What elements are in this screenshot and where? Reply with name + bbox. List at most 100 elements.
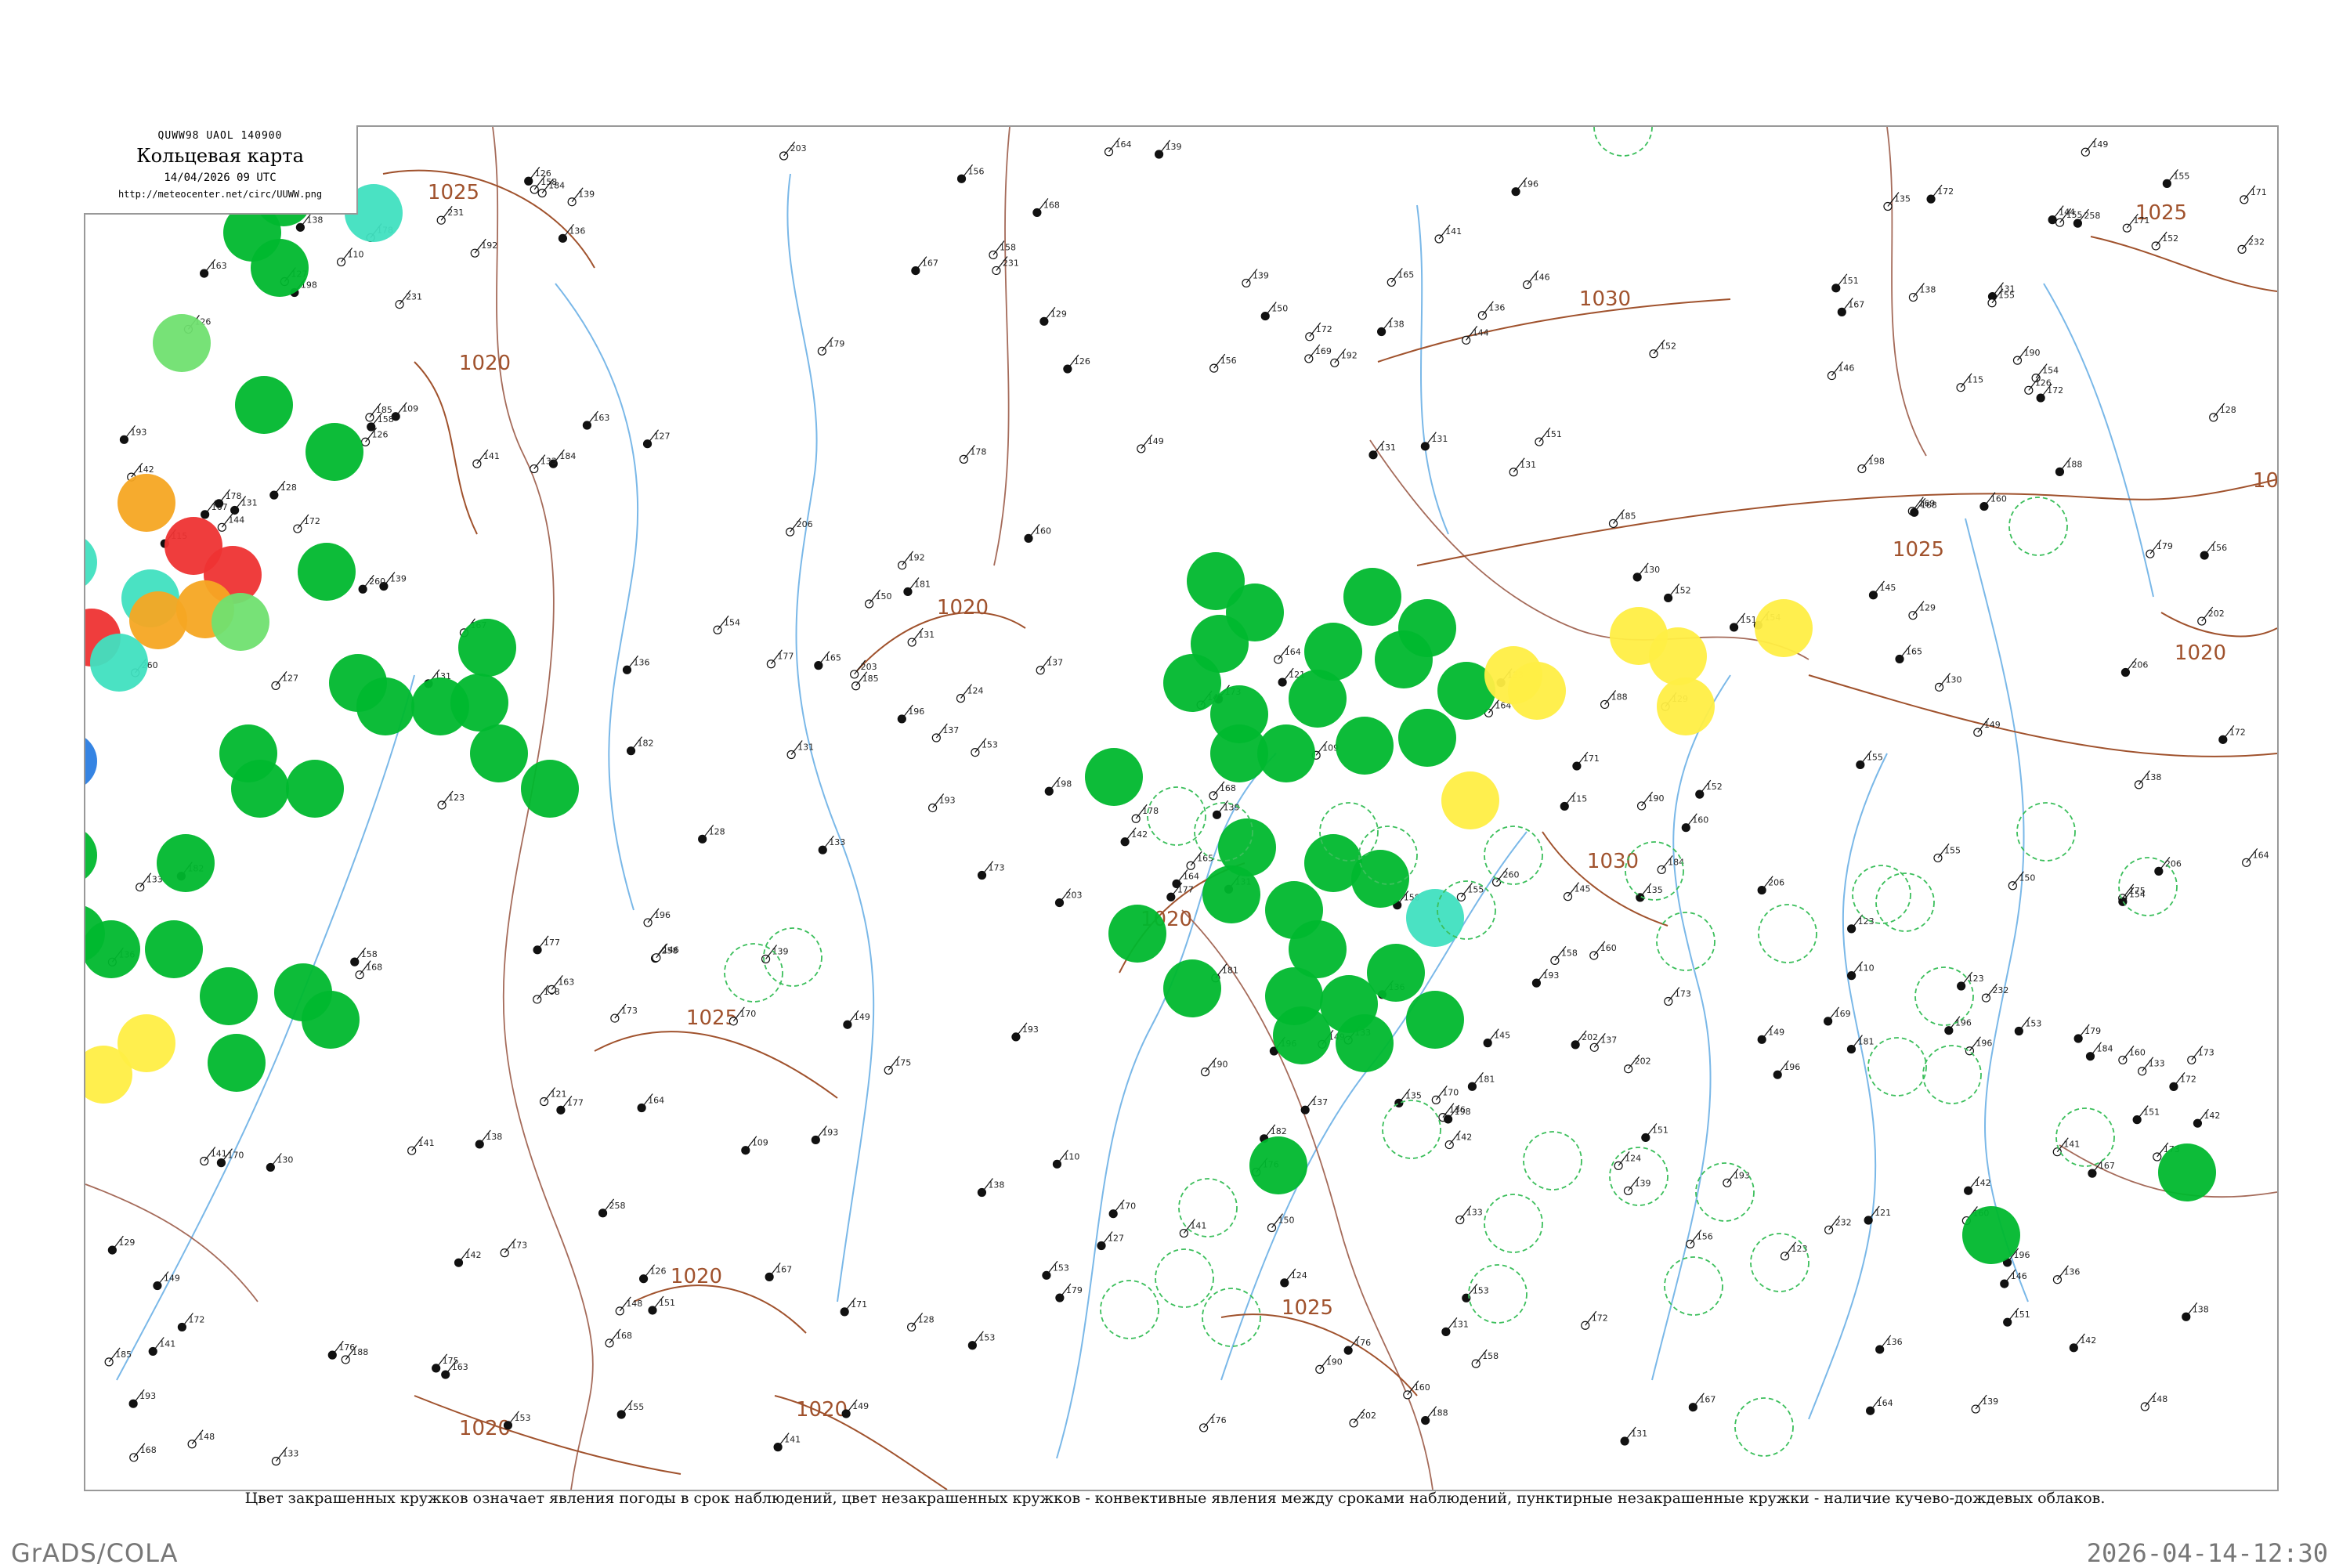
station-value: 231 [447,208,464,218]
phenomenon-circle [306,423,363,481]
station-value: 167 [2099,1161,2115,1171]
station-dot [1908,292,1918,302]
station-value: 156 [1220,356,1237,366]
station-dot [1632,573,1642,582]
station-value: 172 [1937,186,1954,197]
station-marker: 160 [1403,1380,1430,1400]
station-value: 144 [2059,208,2075,218]
isobar-line [633,1284,807,1334]
station-dot [850,670,859,679]
station-value: 258 [2084,211,2100,221]
station-dot [214,499,224,508]
phenomenon-circle [231,760,289,818]
station-value: 164 [1877,1398,1893,1408]
phenomenon-circle [1108,905,1166,963]
phenomenon-circle [1406,889,1464,947]
station-value: 188 [2066,459,2082,469]
station-value: 141 [483,451,500,461]
phenomenon-circle [1441,771,1499,829]
station-marker: 133 [136,873,163,892]
border-line [85,1183,258,1302]
station-marker: 178 [214,489,242,508]
phenomenon-circle [85,539,97,586]
station-value: 193 [130,427,146,437]
station-value: 137 [1311,1097,1328,1107]
station-value: 121 [1875,1208,1891,1218]
station-marker: 155 [616,1400,644,1419]
station-value: 146 [663,945,679,956]
station-value: 139 [1982,1396,1998,1407]
station-value: 185 [1620,511,1636,521]
station-marker: 202 [1624,1054,1651,1074]
station-value: 136 [1886,1337,1903,1347]
station-value: 130 [1946,674,1962,685]
station-marker: 131 [907,627,935,647]
phenomenon-circle [450,674,508,732]
station-value: 138 [2193,1304,2209,1314]
station-marker: 190 [2012,345,2040,365]
station-marker: 137 [1300,1095,1328,1115]
station-value: 160 [1692,815,1708,826]
station-marker: 190 [1200,1057,1228,1077]
station-marker: 173 [977,861,1005,880]
station-value: 139 [772,947,789,957]
station-value: 136 [1488,303,1505,313]
station-value: 141 [1445,226,1462,237]
station-value: 151 [2143,1107,2160,1118]
station-marker: 168 [355,960,382,980]
station-value: 167 [776,1264,792,1274]
station-value: 167 [1848,299,1864,309]
station-dot [1600,699,1610,710]
station-marker: 130 [266,1153,293,1172]
station-marker: 179 [817,336,844,356]
station-marker: 142 [1120,827,1148,847]
station-value: 131 [1520,460,1536,470]
station-marker: 146 [1522,270,1550,290]
station-marker: 168 [129,1443,157,1462]
isobar-line [852,612,1026,676]
station-marker: 142 [2069,1333,2096,1353]
station-dot [1681,823,1690,833]
station-marker: 130 [1632,562,1660,582]
station-value: 128 [280,482,297,493]
station-marker: 170 [1108,1199,1136,1219]
phenomenon-circle [1249,1136,1307,1194]
station-value: 172 [2180,1074,2196,1084]
station-value: 141 [1190,1221,1206,1231]
station-value: 168 [616,1331,632,1341]
station-marker: 149 [1757,1024,1784,1044]
isobar-label: 1020 [796,1398,848,1422]
cumulonimbus-dashed-circle [724,943,783,1003]
station-value: 121 [551,1089,567,1100]
station-marker: 193 [1011,1022,1039,1042]
cumulonimbus-dashed-circle [1155,1248,1214,1308]
station-value: 131 [918,630,935,640]
station-marker: 173 [2187,1046,2214,1065]
station-value: 163 [593,413,609,423]
station-marker: 131 [1368,440,1396,460]
station-marker: 196 [1511,177,1538,197]
station-value: 193 [822,1127,838,1137]
station-marker: 172 [2169,1071,2196,1091]
station-marker: 164 [2242,847,2269,867]
phenomenon-circle [1398,599,1456,657]
station-value: 109 [402,404,418,414]
station-value: 141 [159,1339,175,1349]
isobar-label: 1030 [1587,850,1639,873]
grads-credit: GrADS/COLA [11,1538,179,1568]
station-value: 141 [211,1148,227,1158]
station-value: 135 [1405,1090,1422,1100]
station-marker: 177 [533,935,560,955]
station-marker: 139 [567,187,595,207]
station-value: 156 [2211,543,2227,553]
station-marker: 178 [1131,804,1159,823]
station-value: 156 [968,166,985,176]
station-marker: 128 [2209,403,2236,422]
cumulonimbus-dashed-circle [1382,1100,1441,1159]
station-value: 149 [2092,139,2108,150]
station-value: 145 [1879,583,1896,593]
phenomenon-circle [212,593,269,651]
station-marker: 153 [971,738,998,757]
isobar-label: 1020 [671,1265,722,1288]
station-value: 150 [876,591,892,602]
